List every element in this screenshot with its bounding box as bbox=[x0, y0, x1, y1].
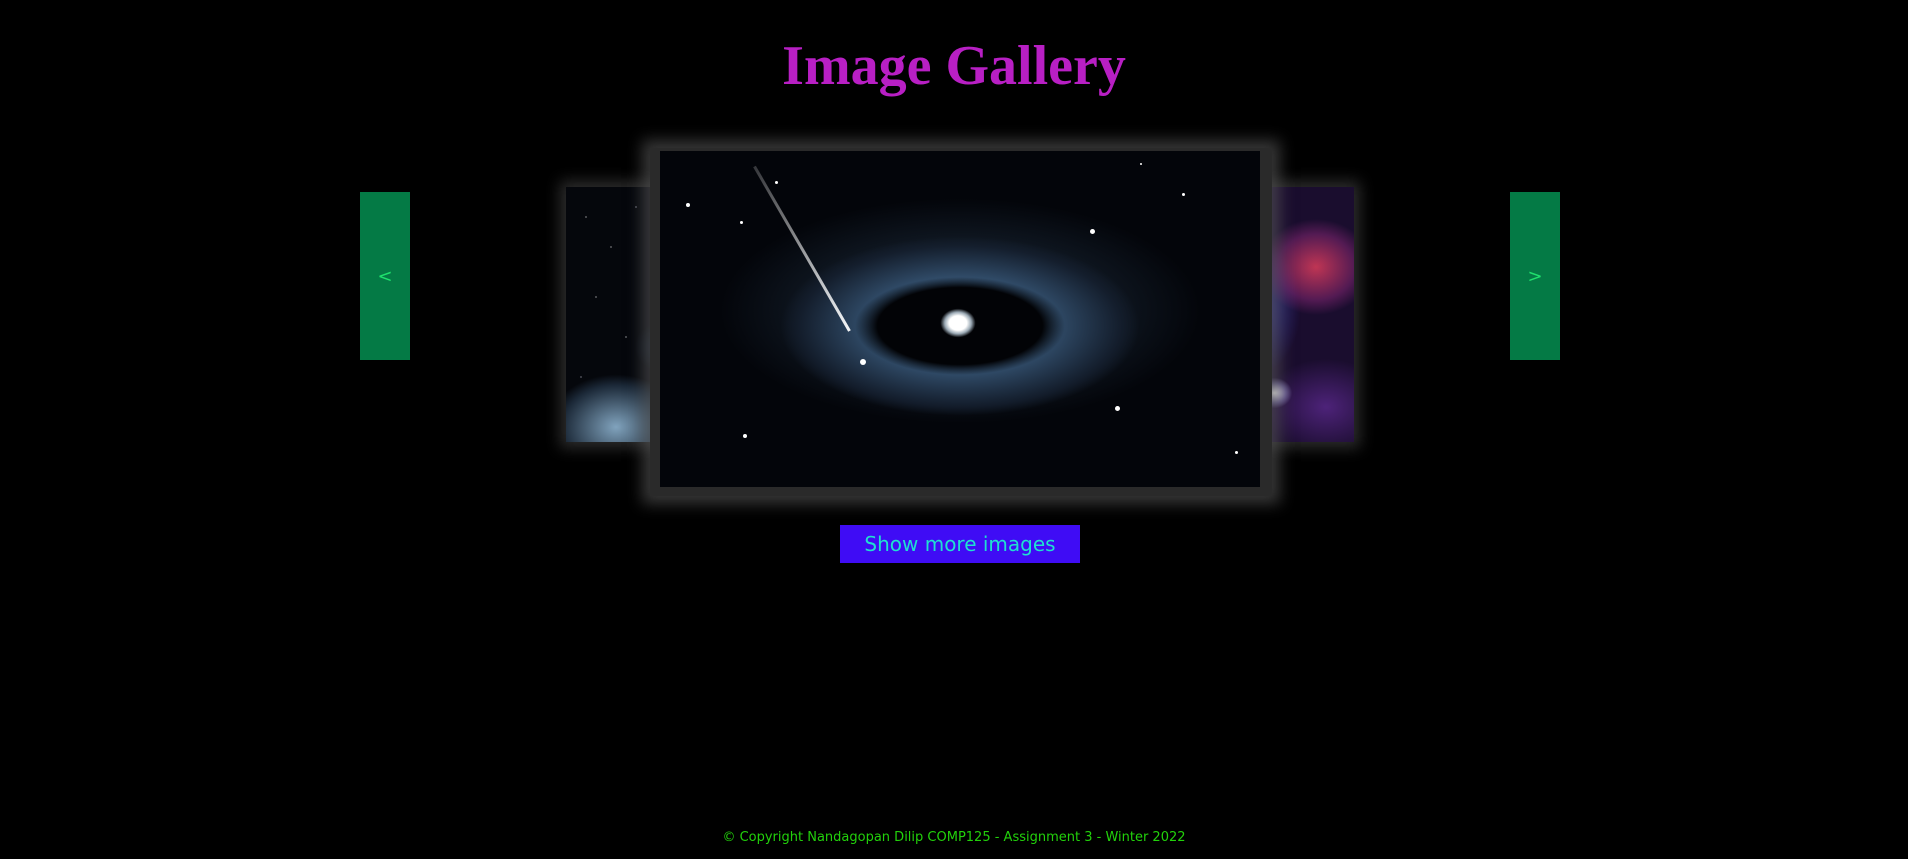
previous-image-button[interactable]: < bbox=[360, 192, 410, 360]
next-image-button[interactable]: > bbox=[1510, 192, 1560, 360]
star bbox=[740, 221, 743, 224]
light-beam bbox=[753, 165, 851, 332]
star bbox=[1235, 451, 1238, 454]
star bbox=[743, 434, 747, 438]
star bbox=[1115, 406, 1120, 411]
star bbox=[1090, 229, 1095, 234]
page-title: Image Gallery bbox=[782, 35, 1126, 97]
show-more-images-button[interactable]: Show more images bbox=[840, 525, 1080, 563]
star bbox=[1140, 163, 1142, 165]
star bbox=[686, 203, 690, 207]
footer-copyright: © Copyright Nandagopan Dilip COMP125 - A… bbox=[722, 830, 1186, 845]
star bbox=[1182, 193, 1185, 196]
star bbox=[775, 181, 778, 184]
galaxy-image bbox=[660, 151, 1260, 487]
gallery-image-current[interactable] bbox=[650, 148, 1272, 496]
star bbox=[860, 359, 866, 365]
